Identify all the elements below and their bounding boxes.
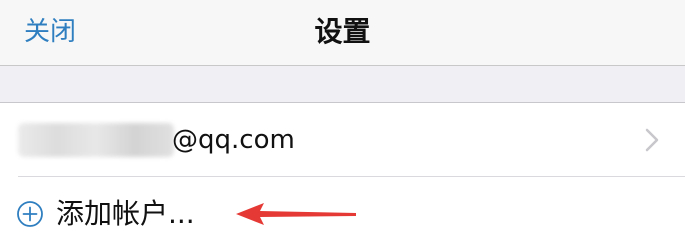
settings-list: @qq.com 添加帐户...	[0, 103, 685, 251]
circle-plus-icon	[17, 201, 43, 227]
add-account-row[interactable]: 添加帐户...	[0, 177, 685, 251]
section-gap	[0, 66, 685, 103]
add-account-label: 添加帐户...	[56, 197, 195, 230]
red-arrow-annotation	[236, 203, 356, 225]
navigation-bar: 关闭 设置	[0, 0, 685, 66]
chevron-right-icon	[645, 128, 659, 152]
redacted-email-prefix	[18, 123, 174, 157]
account-row[interactable]: @qq.com	[0, 103, 685, 176]
account-email-suffix: @qq.com	[172, 125, 295, 155]
page-title: 设置	[314, 15, 371, 48]
